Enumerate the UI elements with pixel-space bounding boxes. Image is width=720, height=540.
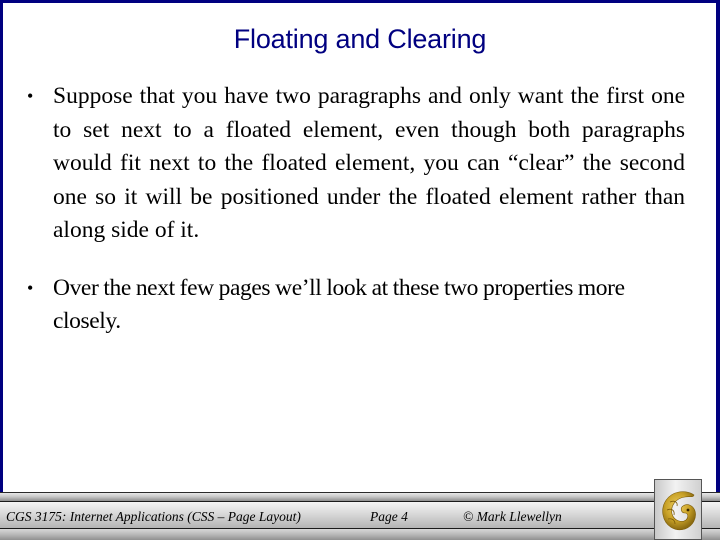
footer-course-label: CGS 3175: Internet Applications (CSS – P… bbox=[6, 509, 301, 524]
logo-box bbox=[654, 479, 702, 540]
bullet-item: • Suppose that you have two paragraphs a… bbox=[25, 80, 685, 248]
pegasus-logo-icon bbox=[662, 491, 696, 531]
footer-strip-bottom bbox=[0, 529, 720, 540]
slide-title: Floating and Clearing bbox=[233, 24, 487, 54]
footer-copyright: © Mark Llewellyn bbox=[463, 509, 562, 524]
footer-bar: CGS 3175: Internet Applications (CSS – P… bbox=[0, 492, 720, 540]
bullet-dot-icon: • bbox=[27, 86, 34, 106]
footer-page-number: Page 4 bbox=[370, 509, 408, 524]
bullet-list: • Suppose that you have two paragraphs a… bbox=[25, 80, 685, 363]
footer-strip-top bbox=[0, 492, 720, 501]
bullet-text: Suppose that you have two paragraphs and… bbox=[53, 83, 685, 243]
bullet-item: • Over the next few pages we’ll look at … bbox=[25, 272, 685, 339]
bullet-dot-icon: • bbox=[27, 277, 33, 298]
bullet-text: Over the next few pages we’ll look at th… bbox=[53, 274, 625, 335]
